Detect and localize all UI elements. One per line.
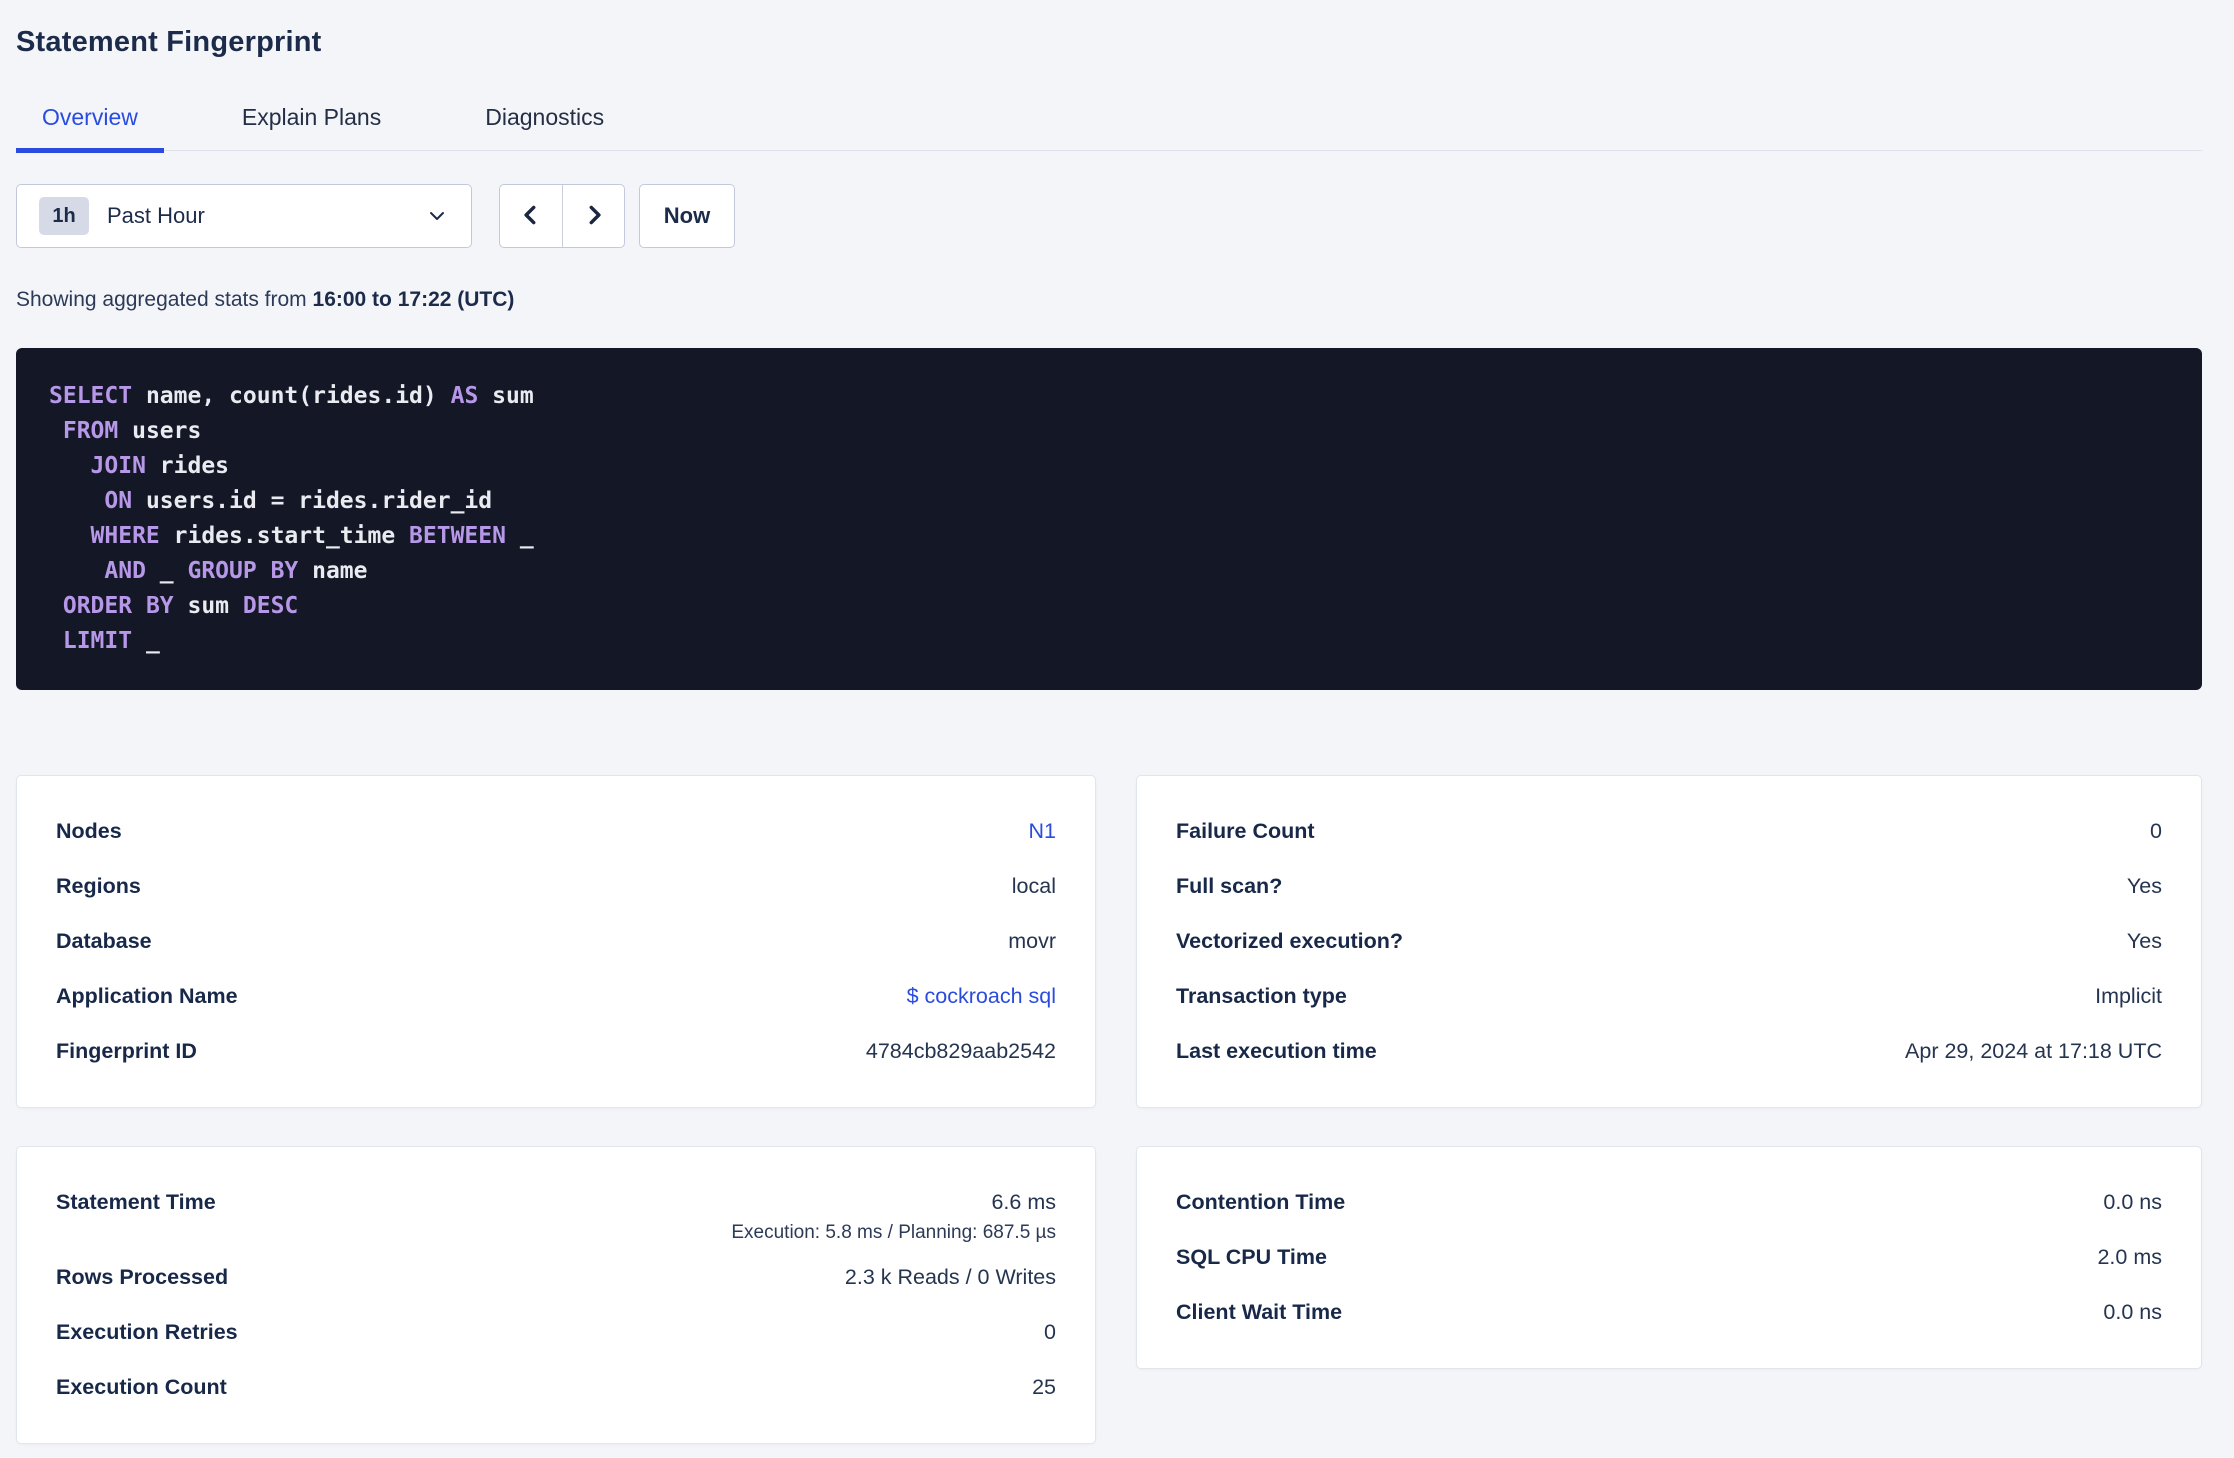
tab-explain-plans[interactable]: Explain Plans (216, 104, 407, 153)
details-cards-row: Nodes N1 Regions local Database movr App… (16, 775, 2202, 1108)
row-database: Database movr (56, 914, 1056, 969)
sql-line: WHERE rides.start_time BETWEEN _ (90, 523, 534, 549)
failure-count-value: 0 (2150, 819, 2162, 843)
sql-line: FROM users (62, 418, 202, 444)
timing-cards-row: Statement Time 6.6 ms Execution: 5.8 ms … (16, 1146, 2202, 1444)
vectorized-execution-value: Yes (2126, 929, 2162, 953)
last-execution-time-label: Last execution time (1176, 1039, 1377, 1063)
stats-range: 16:00 to 17:22 (UTC) (312, 288, 515, 311)
full-scan-value: Yes (2126, 874, 2162, 898)
statement-time-value: 6.6 ms (991, 1190, 1056, 1214)
row-execution-count: Execution Count 25 (56, 1360, 1056, 1415)
statement-time-label: Statement Time (56, 1190, 216, 1214)
regions-value: local (1011, 874, 1056, 898)
sql-line: ORDER BY sum DESC (62, 593, 299, 619)
page-title: Statement Fingerprint (16, 26, 322, 58)
row-application-name: Application Name $ cockroach sql (56, 969, 1056, 1024)
chevron-right-icon (581, 202, 607, 231)
stats-prefix: Showing aggregated stats from (16, 288, 313, 311)
last-execution-time-value: Apr 29, 2024 at 17:18 UTC (1905, 1039, 2162, 1063)
wait-times-card: Contention Time 0.0 ns SQL CPU Time 2.0 … (1136, 1146, 2202, 1369)
row-client-wait-time: Client Wait Time 0.0 ns (1176, 1285, 2162, 1340)
execution-count-value: 25 (1032, 1375, 1056, 1399)
sql-cpu-time-value: 2.0 ms (2097, 1245, 2162, 1269)
prev-time-button[interactable] (500, 185, 562, 247)
row-rows-processed: Rows Processed 2.3 k Reads / 0 Writes (56, 1250, 1056, 1305)
row-failure-count: Failure Count 0 (1176, 804, 2162, 859)
statement-times-card: Statement Time 6.6 ms Execution: 5.8 ms … (16, 1146, 1096, 1444)
row-contention-time: Contention Time 0.0 ns (1176, 1175, 2162, 1230)
tab-diagnostics[interactable]: Diagnostics (459, 104, 630, 153)
rows-processed-value: 2.3 k Reads / 0 Writes (844, 1265, 1056, 1289)
transaction-type-value: Implicit (2095, 984, 2162, 1008)
sql-line: LIMIT _ (62, 628, 160, 654)
vectorized-execution-label: Vectorized execution? (1176, 929, 1404, 953)
sql-line: SELECT name, count(rides.id) AS sum (49, 383, 534, 409)
chevron-left-icon (518, 202, 544, 231)
tab-bar: Overview Explain Plans Diagnostics (16, 104, 2202, 153)
rows-processed-label: Rows Processed (56, 1265, 229, 1289)
row-execution-retries: Execution Retries 0 (56, 1305, 1056, 1360)
sql-line: ON users.id = rides.rider_id (104, 488, 493, 514)
failure-count-label: Failure Count (1176, 819, 1315, 843)
client-wait-time-value: 0.0 ns (2103, 1300, 2162, 1324)
row-last-execution-time: Last execution time Apr 29, 2024 at 17:1… (1176, 1024, 2162, 1079)
statement-fingerprint-page: Statement Fingerprint Overview Explain P… (0, 0, 2234, 1444)
row-sql-cpu-time: SQL CPU Time 2.0 ms (1176, 1230, 2162, 1285)
full-scan-label: Full scan? (1176, 874, 1283, 898)
database-label: Database (56, 929, 152, 953)
row-fingerprint-id: Fingerprint ID 4784cb829aab2542 (56, 1024, 1056, 1079)
contention-time-label: Contention Time (1176, 1190, 1346, 1214)
fingerprint-id-value: 4784cb829aab2542 (865, 1039, 1056, 1063)
now-button[interactable]: Now (639, 184, 735, 248)
time-nav-group (499, 184, 625, 248)
sql-line: AND _ GROUP BY name (104, 558, 368, 584)
statement-details-card: Nodes N1 Regions local Database movr App… (16, 775, 1096, 1108)
sql-statement-box: SELECT name, count(rides.id) AS sum FROM… (16, 348, 2202, 690)
next-time-button[interactable] (562, 185, 624, 247)
row-regions: Regions local (56, 859, 1056, 914)
statement-time-breakdown: Execution: 5.8 ms / Planning: 687.5 µs (731, 1222, 1056, 1243)
time-toolbar: 1h Past Hour Now (16, 184, 2202, 248)
transaction-type-label: Transaction type (1176, 984, 1347, 1008)
tab-overview[interactable]: Overview (16, 104, 164, 153)
chevron-down-icon (425, 204, 449, 228)
row-full-scan: Full scan? Yes (1176, 859, 2162, 914)
database-value: movr (1008, 929, 1056, 953)
execution-retries-label: Execution Retries (56, 1320, 238, 1344)
time-range-badge: 1h (39, 197, 89, 235)
nodes-label: Nodes (56, 819, 122, 843)
sql-line: JOIN rides (90, 453, 230, 479)
aggregated-stats-line: Showing aggregated stats from 16:00 to 1… (16, 288, 2202, 312)
time-range-dropdown[interactable]: 1h Past Hour (16, 184, 472, 248)
row-transaction-type: Transaction type Implicit (1176, 969, 2162, 1024)
nodes-link[interactable]: N1 (1029, 819, 1056, 844)
time-range-label: Past Hour (107, 203, 205, 228)
row-nodes: Nodes N1 (56, 804, 1056, 859)
fingerprint-id-label: Fingerprint ID (56, 1039, 197, 1063)
regions-label: Regions (56, 874, 141, 898)
contention-time-value: 0.0 ns (2103, 1190, 2162, 1214)
row-vectorized-execution: Vectorized execution? Yes (1176, 914, 2162, 969)
execution-retries-value: 0 (1044, 1320, 1056, 1344)
execution-count-label: Execution Count (56, 1375, 227, 1399)
application-name-label: Application Name (56, 984, 238, 1008)
sql-cpu-time-label: SQL CPU Time (1176, 1245, 1327, 1269)
client-wait-time-label: Client Wait Time (1176, 1300, 1343, 1324)
execution-attributes-card: Failure Count 0 Full scan? Yes Vectorize… (1136, 775, 2202, 1108)
application-name-link[interactable]: $ cockroach sql (907, 984, 1056, 1009)
